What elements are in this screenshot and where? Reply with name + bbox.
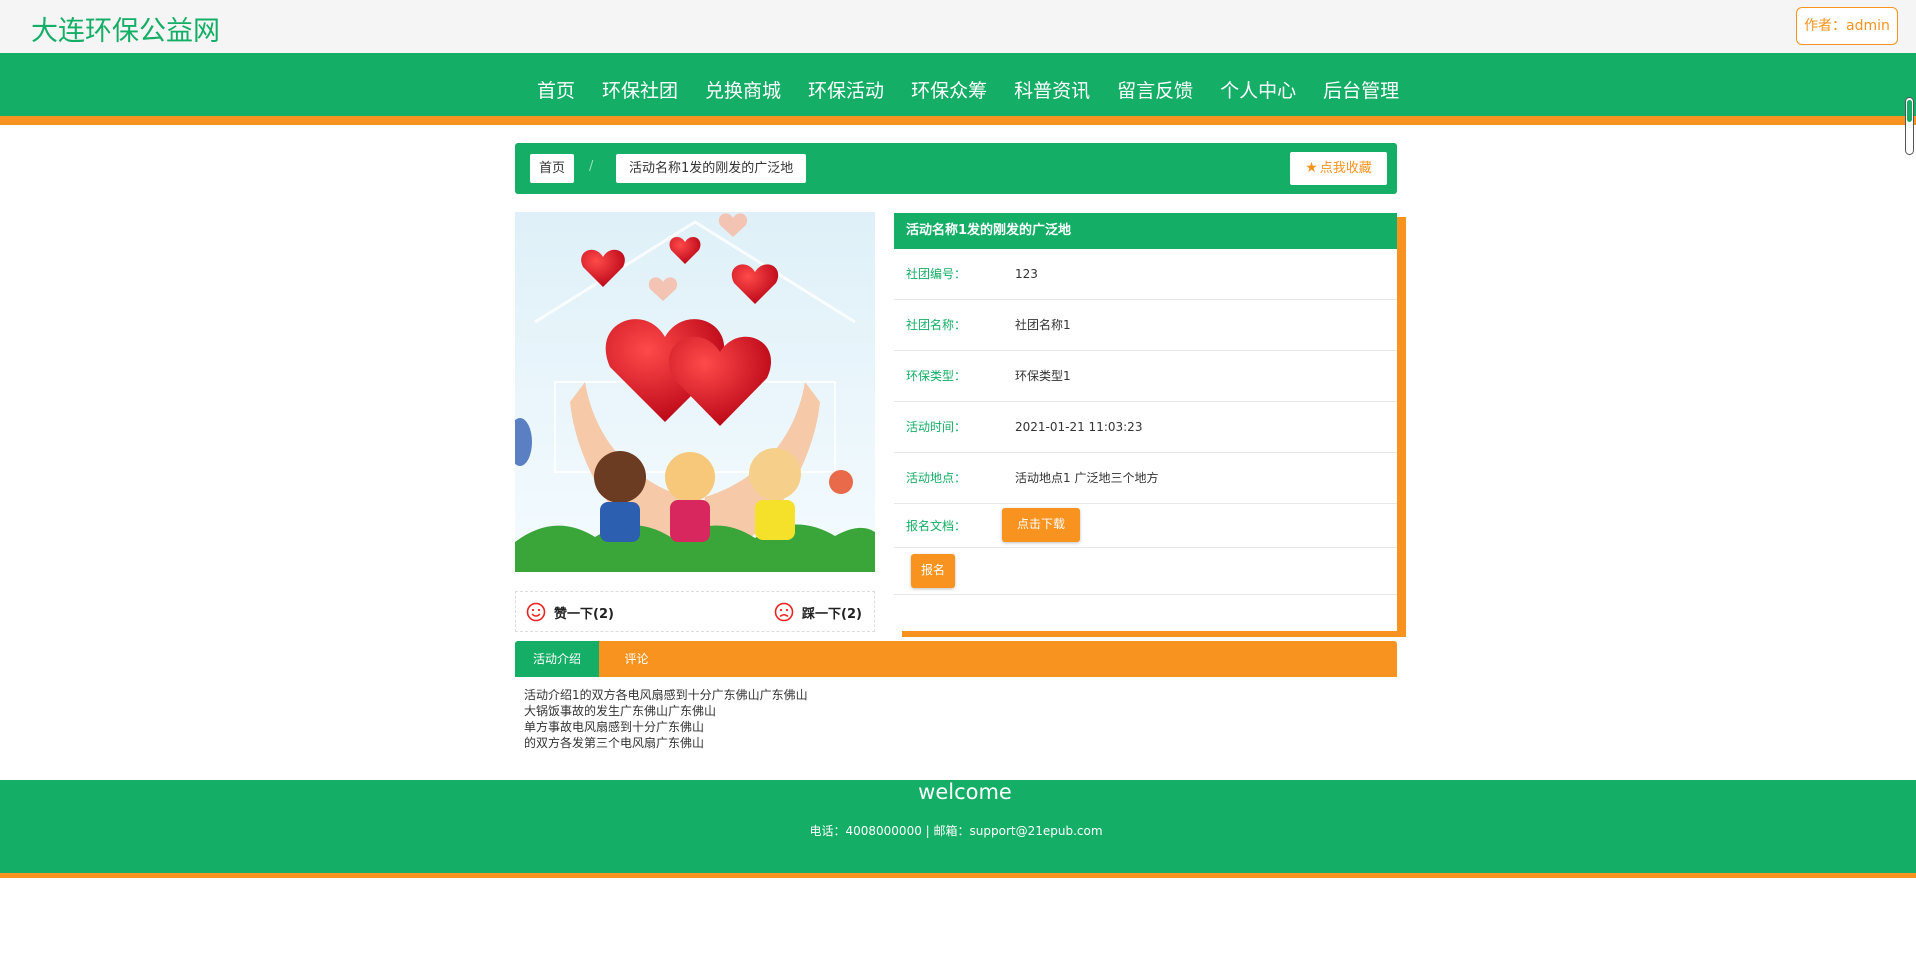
detail-title: 活动名称1发的刚发的广泛地 [894,213,1397,249]
detail-row-activity-location: 活动地点： 活动地点1 广泛地三个地方 [894,453,1397,504]
like-button[interactable]: 赞一下(2) [526,602,614,622]
detail-label: 社团名称： [906,318,967,332]
dislike-button[interactable]: 踩一下(2) [774,602,862,622]
tab-introduction[interactable]: 活动介绍 [515,641,599,677]
detail-row-signup: 报名 [894,548,1397,595]
detail-value: 2021-01-21 11:03:23 [1015,420,1143,434]
footer-title: welcome [918,780,1012,804]
nav-item-shop[interactable]: 兑换商城 [692,76,795,103]
intro-line: 的双方各发第三个电风扇广东佛山 [524,736,705,750]
nav-item-profile[interactable]: 个人中心 [1207,76,1310,103]
breadcrumb-home[interactable]: 首页 [530,154,575,183]
nav-item-crowdfunding[interactable]: 环保众筹 [898,76,1001,103]
breadcrumb: 首页 / 活动名称1发的刚发的广泛地 ★ 点我收藏 [515,143,1397,194]
detail-row-signup-doc: 报名文档： 点击下载 [894,504,1397,548]
detail-row-eco-type: 环保类型： 环保类型1 [894,351,1397,402]
download-button[interactable]: 点击下载 [1002,508,1080,542]
detail-value: 社团名称1 [1015,318,1071,332]
content-tabs: 活动介绍 评论 [515,641,1397,677]
activity-introduction: 活动介绍1的双方各电风扇感到十分广东佛山广东佛山 大锅饭事故的发生广东佛山广东佛… [524,687,808,751]
like-label: 赞一下(2) [554,606,614,622]
scrollbar-thumb[interactable] [1907,100,1912,122]
intro-line: 活动介绍1的双方各电风扇感到十分广东佛山广东佛山 [524,688,808,702]
detail-label: 活动时间： [906,420,967,434]
intro-line: 大锅饭事故的发生广东佛山广东佛山 [524,704,717,718]
smile-icon [526,602,546,622]
vote-bar: 赞一下(2) 踩一下(2) [515,591,875,632]
nav-item-admin[interactable]: 后台管理 [1310,76,1413,103]
scrollbar[interactable] [1905,97,1914,155]
detail-label: 环保类型： [906,369,967,383]
detail-label: 活动地点： [906,471,967,485]
detail-label: 报名文档： [906,519,967,533]
detail-row-club-id: 社团编号： 123 [894,249,1397,300]
nav-item-feedback[interactable]: 留言反馈 [1104,76,1207,103]
main-nav: 首页 环保社团 兑换商城 环保活动 环保众筹 科普资讯 留言反馈 个人中心 后台… [0,53,1916,125]
favorite-button[interactable]: ★ 点我收藏 [1290,152,1387,185]
nav-item-activities[interactable]: 环保活动 [795,76,898,103]
signup-button[interactable]: 报名 [911,554,955,588]
detail-value: 123 [1015,267,1038,281]
dislike-label: 踩一下(2) [802,606,862,622]
nav-item-clubs[interactable]: 环保社团 [589,76,692,103]
intro-line: 单方事故电风扇感到十分广东佛山 [524,720,705,734]
site-title[interactable]: 大连环保公益网 [31,9,220,48]
breadcrumb-current: 活动名称1发的刚发的广泛地 [616,154,807,183]
footer-contact: 电话：4008000000 | 邮箱：support@21epub.com [809,824,1103,838]
breadcrumb-separator: / [589,159,594,174]
detail-panel: 活动名称1发的刚发的广泛地 社团编号： 123 社团名称： 社团名称1 环保类型… [894,213,1397,631]
detail-label: 社团编号： [906,267,967,281]
top-header: 大连环保公益网 作者：admin [0,0,1916,53]
detail-row-club-name: 社团名称： 社团名称1 [894,300,1397,351]
detail-value: 活动地点1 广泛地三个地方 [1015,471,1159,485]
detail-row-activity-time: 活动时间： 2021-01-21 11:03:23 [894,402,1397,453]
favorite-label: 点我收藏 [1319,161,1372,176]
frown-icon [774,602,794,622]
tab-comments[interactable]: 评论 [599,641,674,677]
footer: welcome 电话：4008000000 | 邮箱：support@21epu… [0,780,1916,878]
star-icon: ★ [1305,160,1318,176]
nav-item-news[interactable]: 科普资讯 [1001,76,1104,103]
nav-item-home[interactable]: 首页 [524,76,589,103]
author-button[interactable]: 作者：admin [1796,7,1898,45]
activity-image [515,212,875,572]
detail-value: 环保类型1 [1015,369,1071,383]
